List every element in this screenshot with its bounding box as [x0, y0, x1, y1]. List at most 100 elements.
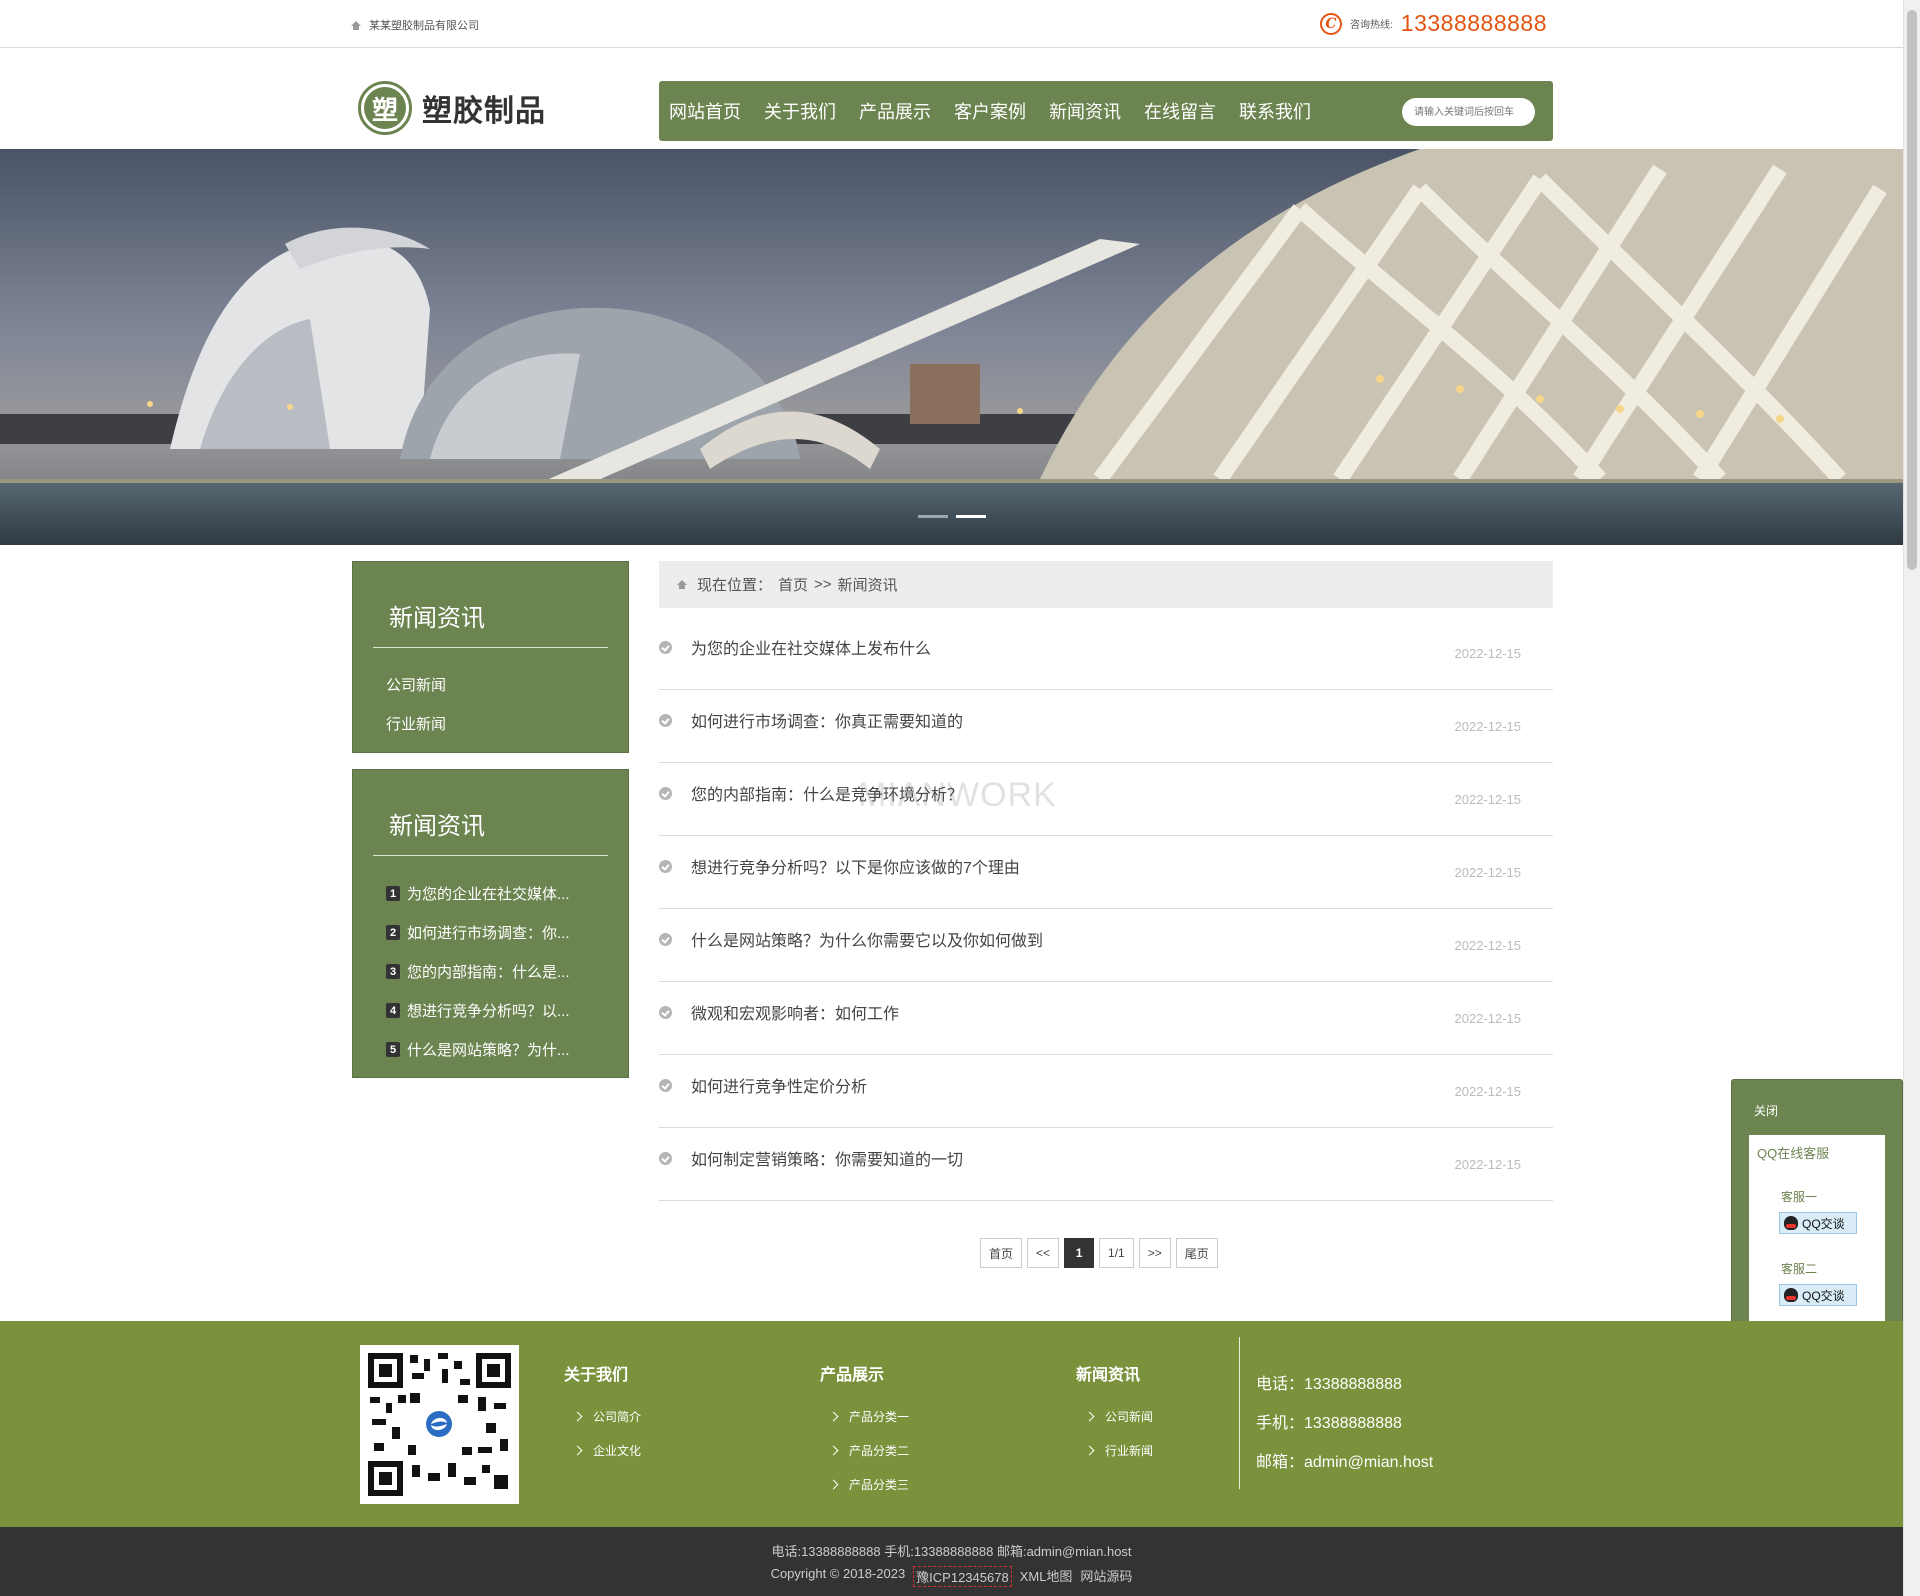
sidebar-category-title: 新闻资讯 — [373, 598, 608, 648]
source-link[interactable]: 网站源码 — [1080, 1566, 1132, 1587]
sidebar-ranking-title: 新闻资讯 — [373, 806, 608, 856]
news-title[interactable]: 如何进行竞争性定价分析 — [691, 1073, 867, 1097]
nav-cases[interactable]: 客户案例 — [954, 98, 1026, 124]
pager-last[interactable]: 尾页 — [1175, 1238, 1218, 1268]
logo-char: 塑 — [364, 87, 406, 129]
check-circle-icon — [659, 1078, 672, 1092]
footer: 关于我们 公司简介 企业文化 产品展示 产品分类一 产品分类二 产品分类三 新闻… — [0, 1321, 1903, 1527]
main-nav: 网站首页 关于我们 产品展示 客户案例 新闻资讯 在线留言 联系我们 — [659, 81, 1553, 141]
news-title[interactable]: 为您的企业在社交媒体上发布什么 — [691, 635, 931, 659]
news-list: 为您的企业在社交媒体上发布什么 2022-12-15 如何进行市场调查：你真正需要… — [659, 617, 1553, 1201]
qq-chat-label: QQ交谈 — [1802, 1216, 1845, 1231]
site-logo[interactable]: 塑 塑胶制品 — [358, 81, 546, 135]
sidebar-category-box: 新闻资讯 公司新闻 行业新闻 — [352, 561, 629, 753]
qq-agent-name: 客服二 — [1781, 1262, 1818, 1276]
list-item[interactable]: 想进行竞争分析吗？以下是你应该做的7个理由 2022-12-15 — [659, 836, 1553, 909]
qq-panel-body: QQ在线客服 客服一 QQ交谈 客服二 QQ交谈 — [1749, 1135, 1885, 1343]
pager-current[interactable]: 1 — [1064, 1238, 1095, 1268]
banner-dot-2[interactable] — [956, 515, 986, 518]
footer-link[interactable]: 公司简介 — [574, 1399, 641, 1433]
footer-col-title: 产品展示 — [820, 1367, 885, 1384]
nav-news[interactable]: 新闻资讯 — [1049, 98, 1121, 124]
check-circle-icon — [659, 786, 672, 800]
nav-home[interactable]: 网站首页 — [669, 98, 741, 124]
news-title[interactable]: 什么是网站策略？为什么你需要它以及你如何做到 — [691, 927, 1043, 951]
rank-number: 3 — [386, 964, 400, 979]
ranking-item[interactable]: 3 您的内部指南：什么是... — [386, 952, 628, 991]
nav-products[interactable]: 产品展示 — [859, 98, 931, 124]
rank-number: 4 — [386, 1003, 400, 1018]
ranking-item[interactable]: 2 如何进行市场调查：你... — [386, 913, 628, 952]
header: 塑 塑胶制品 网站首页 关于我们 产品展示 客户案例 新闻资讯 在线留言 联系我… — [0, 49, 1903, 149]
news-date: 2022-12-15 — [1454, 1084, 1522, 1099]
ranking-item[interactable]: 4 想进行竞争分析吗？以... — [386, 991, 628, 1030]
list-item[interactable]: 微观和宏观影响者：如何工作 2022-12-15 — [659, 982, 1553, 1055]
banner-dot-1[interactable] — [918, 515, 948, 518]
news-date: 2022-12-15 — [1454, 865, 1522, 880]
footer-link[interactable]: 产品分类一 — [830, 1399, 909, 1433]
footer-col-products: 产品展示 产品分类一 产品分类二 产品分类三 — [820, 1361, 909, 1501]
sidebar-item-company-news[interactable]: 公司新闻 — [386, 666, 628, 705]
ranking-title: 什么是网站策略？为什... — [407, 1042, 570, 1059]
search-input[interactable] — [1402, 98, 1535, 126]
qq-penguin-icon — [1784, 1216, 1798, 1230]
qq-panel-title: QQ在线客服 — [1757, 1146, 1830, 1161]
ranking-item[interactable]: 5 什么是网站策略？为什... — [386, 1030, 628, 1069]
footer-link[interactable]: 行业新闻 — [1086, 1433, 1153, 1467]
hotline-number: 13388888888 — [1400, 10, 1547, 36]
nav-about[interactable]: 关于我们 — [764, 98, 836, 124]
qq-chat-button[interactable]: QQ交谈 — [1779, 1284, 1857, 1306]
sitemap-link[interactable]: XML地图 — [1020, 1566, 1073, 1587]
nav-message[interactable]: 在线留言 — [1144, 98, 1216, 124]
breadcrumb-home[interactable]: 首页 — [778, 574, 808, 595]
breadcrumb: 现在位置： 首页 >> 新闻资讯 — [659, 561, 1553, 608]
phone-icon: C — [1320, 12, 1342, 35]
pagination: 首页 << 1 1/1 >> 尾页 — [980, 1238, 1218, 1268]
check-circle-icon — [659, 932, 672, 946]
top-bar: 某某塑胶制品有限公司 C 咨询热线: 13388888888 — [0, 0, 1903, 48]
qq-close-button[interactable]: 关闭 — [1754, 1102, 1778, 1119]
news-title[interactable]: 您的内部指南：什么是竞争环境分析？ — [691, 781, 963, 805]
news-date: 2022-12-15 — [1454, 1157, 1522, 1172]
scrollbar-thumb[interactable] — [1907, 10, 1917, 570]
sidebar-ranking-box: 新闻资讯 1 为您的企业在社交媒体... 2 如何进行市场调查：你... 3 您的内部… — [352, 769, 629, 1078]
list-item[interactable]: 为您的企业在社交媒体上发布什么 2022-12-15 — [659, 617, 1553, 690]
qq-agent-name: 客服一 — [1781, 1190, 1818, 1204]
page-scrollbar[interactable] — [1903, 0, 1920, 1596]
nav-contact[interactable]: 联系我们 — [1239, 98, 1311, 124]
list-item[interactable]: 如何进行竞争性定价分析 2022-12-15 — [659, 1055, 1553, 1128]
qq-chat-button[interactable]: QQ交谈 — [1779, 1212, 1857, 1234]
footer-divider — [1239, 1337, 1240, 1489]
list-item[interactable]: 您的内部指南：什么是竞争环境分析？ 2022-12-15 — [659, 763, 1553, 836]
ranking-title: 为您的企业在社交媒体... — [407, 886, 570, 903]
list-item[interactable]: 如何进行市场调查：你真正需要知道的 2022-12-15 — [659, 690, 1553, 763]
list-item[interactable]: 如何制定营销策略：你需要知道的一切 2022-12-15 — [659, 1128, 1553, 1201]
news-date: 2022-12-15 — [1454, 646, 1522, 661]
news-title[interactable]: 想进行竞争分析吗？以下是你应该做的7个理由 — [691, 854, 1020, 878]
pager-first[interactable]: 首页 — [980, 1238, 1023, 1268]
news-title[interactable]: 微观和宏观影响者：如何工作 — [691, 1000, 899, 1024]
icp-link[interactable]: 豫ICP12345678 — [913, 1566, 1012, 1587]
news-date: 2022-12-15 — [1454, 938, 1522, 953]
company-name-text: 某某塑胶制品有限公司 — [369, 20, 479, 32]
banner-image — [0, 149, 1903, 545]
footer-mobile: 手机：13388888888 — [1256, 1415, 1402, 1432]
sidebar-item-industry-news[interactable]: 行业新闻 — [386, 705, 628, 744]
logo-icon: 塑 — [358, 81, 412, 135]
check-circle-icon — [659, 1151, 672, 1165]
footer-link[interactable]: 产品分类三 — [830, 1467, 909, 1501]
footer-phone: 电话：13388888888 — [1256, 1376, 1402, 1393]
ranking-item[interactable]: 1 为您的企业在社交媒体... — [386, 874, 628, 913]
footer-link[interactable]: 产品分类二 — [830, 1433, 909, 1467]
pager-prev[interactable]: << — [1027, 1238, 1060, 1268]
rank-number: 5 — [386, 1042, 400, 1057]
news-title[interactable]: 如何进行市场调查：你真正需要知道的 — [691, 708, 963, 732]
hotline-label: 咨询热线: — [1350, 20, 1393, 31]
list-item[interactable]: 什么是网站策略？为什么你需要它以及你如何做到 2022-12-15 — [659, 909, 1553, 982]
breadcrumb-current[interactable]: 新闻资讯 — [838, 574, 898, 595]
footer-link[interactable]: 公司新闻 — [1086, 1399, 1153, 1433]
news-title[interactable]: 如何制定营销策略：你需要知道的一切 — [691, 1146, 963, 1170]
footer-link[interactable]: 企业文化 — [574, 1433, 641, 1467]
pager-next[interactable]: >> — [1138, 1238, 1171, 1268]
footer-col-title: 新闻资讯 — [1076, 1367, 1141, 1384]
